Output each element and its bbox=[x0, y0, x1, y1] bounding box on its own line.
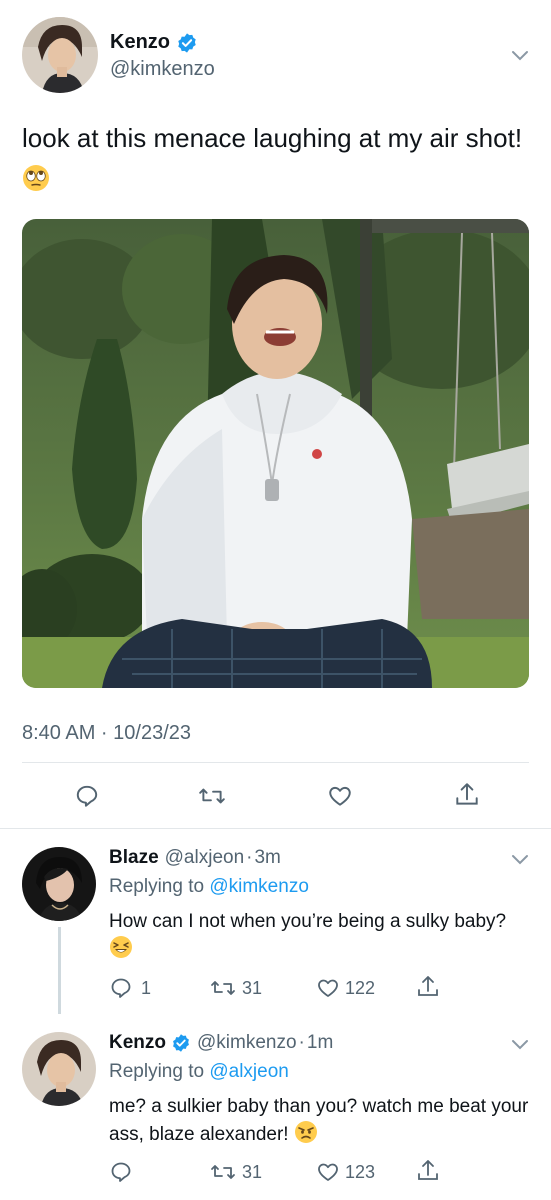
reply-dot: · bbox=[246, 847, 253, 868]
reply-text: How can I not when you’re being a sulky … bbox=[109, 908, 524, 967]
reply-time[interactable]: 3m bbox=[254, 847, 280, 869]
share-icon bbox=[456, 783, 478, 805]
retweet-count: 31 bbox=[242, 1161, 263, 1182]
replying-to-label: Replying to bbox=[109, 876, 205, 897]
divider bbox=[22, 762, 529, 763]
reply-header: Kenzo @kimkenzo · 1m bbox=[109, 1032, 333, 1054]
tweet-text: look at this menace laughing at my air s… bbox=[22, 118, 532, 203]
reply-count: 1 bbox=[141, 977, 152, 998]
heart-icon bbox=[318, 979, 338, 997]
reply-icon bbox=[76, 785, 98, 807]
reply-dot: · bbox=[298, 1032, 305, 1053]
laughing-emoji-icon bbox=[109, 935, 133, 967]
retweet-button[interactable]: 31 bbox=[210, 1160, 262, 1184]
share-icon bbox=[418, 976, 438, 996]
chevron-down-icon[interactable] bbox=[511, 49, 529, 61]
replying-to: Replying to @kimkenzo bbox=[109, 876, 309, 898]
reply-button[interactable] bbox=[109, 1160, 141, 1184]
author-name[interactable]: Kenzo bbox=[110, 31, 170, 54]
author-name-row: Kenzo bbox=[110, 31, 198, 54]
reply-text-content: How can I not when you’re being a sulky … bbox=[109, 911, 507, 932]
author-avatar[interactable] bbox=[22, 17, 98, 93]
reply-text-content: me? a sulkier baby than you? watch me be… bbox=[109, 1096, 529, 1145]
replying-to: Replying to @alxjeon bbox=[109, 1061, 289, 1083]
rolling-eyes-emoji-icon bbox=[22, 163, 50, 203]
like-count: 122 bbox=[345, 977, 376, 998]
reply-author-handle[interactable]: @kimkenzo bbox=[197, 1032, 297, 1054]
share-button[interactable] bbox=[454, 781, 480, 809]
retweet-button[interactable] bbox=[198, 783, 226, 809]
heart-icon bbox=[318, 1163, 338, 1181]
retweet-button[interactable]: 31 bbox=[210, 976, 262, 1000]
reply-tweet: Kenzo @kimkenzo · 1m Replying to @alxjeo… bbox=[0, 1014, 551, 1200]
reply-icon bbox=[111, 1162, 131, 1182]
heart-icon bbox=[329, 786, 351, 806]
reply-author-handle[interactable]: @alxjeon bbox=[165, 847, 245, 869]
retweet-icon bbox=[199, 788, 225, 804]
share-button[interactable] bbox=[416, 1158, 440, 1184]
reply-author-name[interactable]: Blaze bbox=[109, 847, 159, 869]
reply-header: Blaze @alxjeon · 3m bbox=[109, 847, 281, 869]
like-button[interactable]: 123 bbox=[315, 1160, 375, 1184]
author-handle[interactable]: @kimkenzo bbox=[110, 58, 215, 81]
retweet-icon bbox=[211, 1165, 235, 1179]
reply-text: me? a sulkier baby than you? watch me be… bbox=[109, 1093, 529, 1152]
verified-badge-icon bbox=[171, 1033, 191, 1053]
reply-tweet: Blaze @alxjeon · 3m Replying to @kimkenz… bbox=[0, 829, 551, 1014]
reply-author-avatar[interactable] bbox=[22, 847, 96, 921]
reply-icon bbox=[111, 978, 131, 998]
like-button[interactable]: 122 bbox=[315, 976, 375, 1000]
tweet-photo[interactable] bbox=[22, 219, 529, 688]
replying-to-handle[interactable]: @alxjeon bbox=[209, 1061, 289, 1082]
retweet-count: 31 bbox=[242, 977, 263, 998]
reply-time[interactable]: 1m bbox=[307, 1032, 333, 1054]
like-button[interactable] bbox=[326, 783, 354, 809]
chevron-down-icon[interactable] bbox=[511, 853, 529, 865]
like-count: 123 bbox=[345, 1161, 376, 1182]
reply-author-avatar[interactable] bbox=[22, 1032, 96, 1106]
verified-badge-icon bbox=[176, 32, 198, 54]
retweet-icon bbox=[211, 981, 235, 995]
chevron-down-icon[interactable] bbox=[511, 1038, 529, 1050]
thread-connector-line bbox=[58, 927, 61, 1014]
reply-button[interactable] bbox=[74, 783, 100, 809]
replying-to-handle[interactable]: @kimkenzo bbox=[209, 876, 309, 897]
angry-emoji-icon bbox=[294, 1120, 318, 1152]
share-icon bbox=[418, 1160, 438, 1180]
replying-to-label: Replying to bbox=[109, 1061, 205, 1082]
reply-button[interactable]: 1 bbox=[109, 976, 151, 1000]
reply-author-name[interactable]: Kenzo bbox=[109, 1032, 166, 1054]
tweet-text-content: look at this menace laughing at my air s… bbox=[22, 123, 523, 153]
tweet-timestamp[interactable]: 8:40 AM · 10/23/23 bbox=[22, 722, 191, 745]
main-tweet: Kenzo @kimkenzo look at this menace laug… bbox=[0, 0, 551, 828]
share-button[interactable] bbox=[416, 974, 440, 1000]
